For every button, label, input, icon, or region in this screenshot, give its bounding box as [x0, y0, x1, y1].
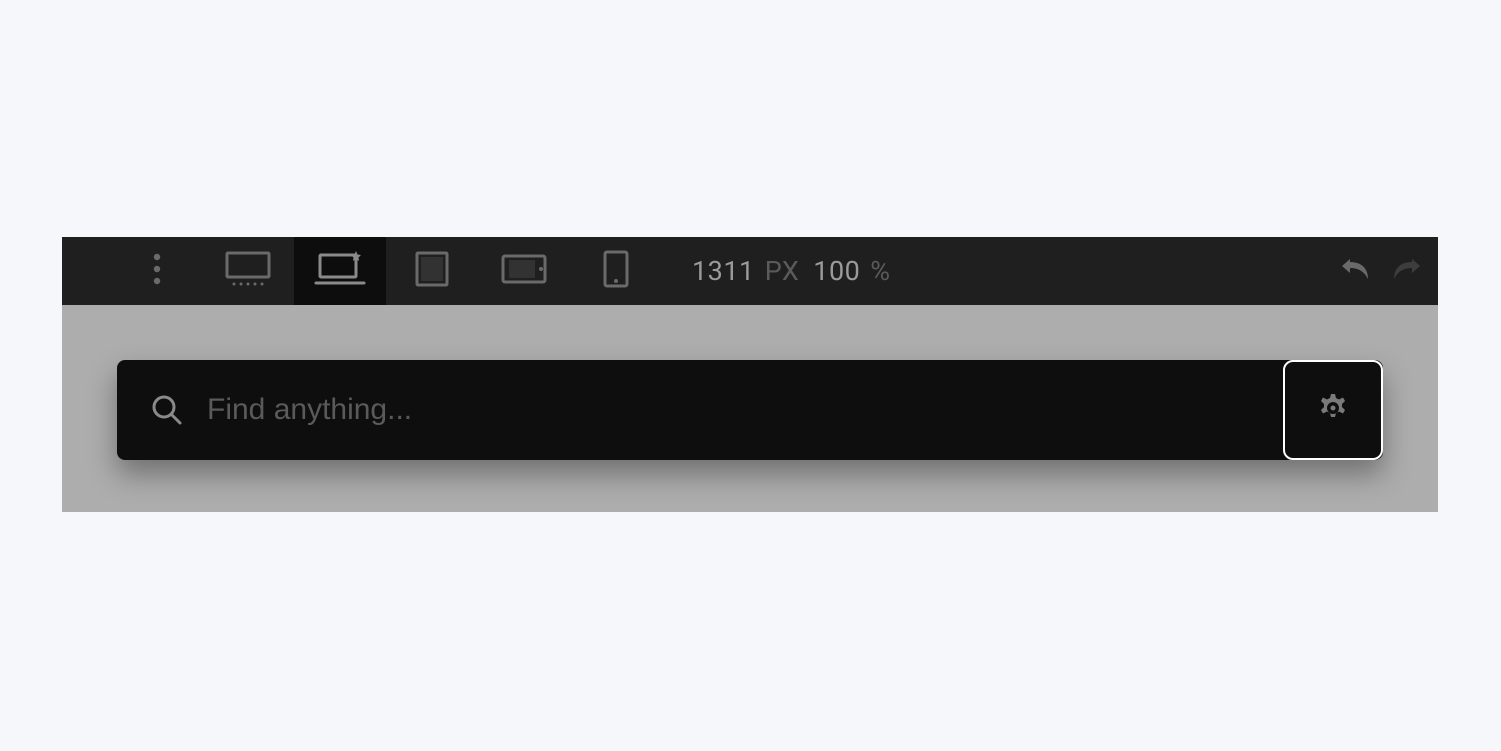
- search-input[interactable]: [189, 393, 1281, 427]
- undo-icon: [1340, 255, 1372, 287]
- viewport-size-readout: 1311 PX 100 %: [662, 255, 891, 287]
- toolbar-left: 1311 PX 100 %: [62, 237, 891, 305]
- viewport-width-unit: PX: [765, 255, 800, 287]
- desktop-icon: [225, 251, 271, 291]
- more-options-button[interactable]: [112, 237, 202, 305]
- redo-button[interactable]: [1390, 255, 1422, 287]
- viewport-width-value[interactable]: 1311: [692, 255, 755, 287]
- laptop-star-icon: [312, 249, 368, 293]
- search-icon: [145, 394, 189, 426]
- zoom-value[interactable]: 100: [813, 255, 860, 287]
- app-window: 1311 PX 100 %: [62, 237, 1438, 512]
- tablet-portrait-icon: [415, 251, 449, 291]
- tablet-landscape-icon: [501, 254, 547, 288]
- zoom-unit: %: [870, 255, 890, 287]
- undo-redo-group: [1340, 255, 1438, 287]
- device-laptop-button[interactable]: [294, 237, 386, 305]
- device-desktop-button[interactable]: [202, 237, 294, 305]
- search-bar: [117, 360, 1383, 460]
- gear-icon: [1318, 393, 1348, 427]
- canvas-area: [62, 305, 1438, 512]
- device-tablet-portrait-button[interactable]: [386, 237, 478, 305]
- redo-icon: [1390, 255, 1422, 287]
- device-tablet-landscape-button[interactable]: [478, 237, 570, 305]
- settings-button[interactable]: [1283, 360, 1383, 460]
- more-vertical-icon: [153, 252, 161, 290]
- toolbar: 1311 PX 100 %: [62, 237, 1438, 305]
- device-phone-button[interactable]: [570, 237, 662, 305]
- phone-icon: [603, 250, 629, 292]
- undo-button[interactable]: [1340, 255, 1372, 287]
